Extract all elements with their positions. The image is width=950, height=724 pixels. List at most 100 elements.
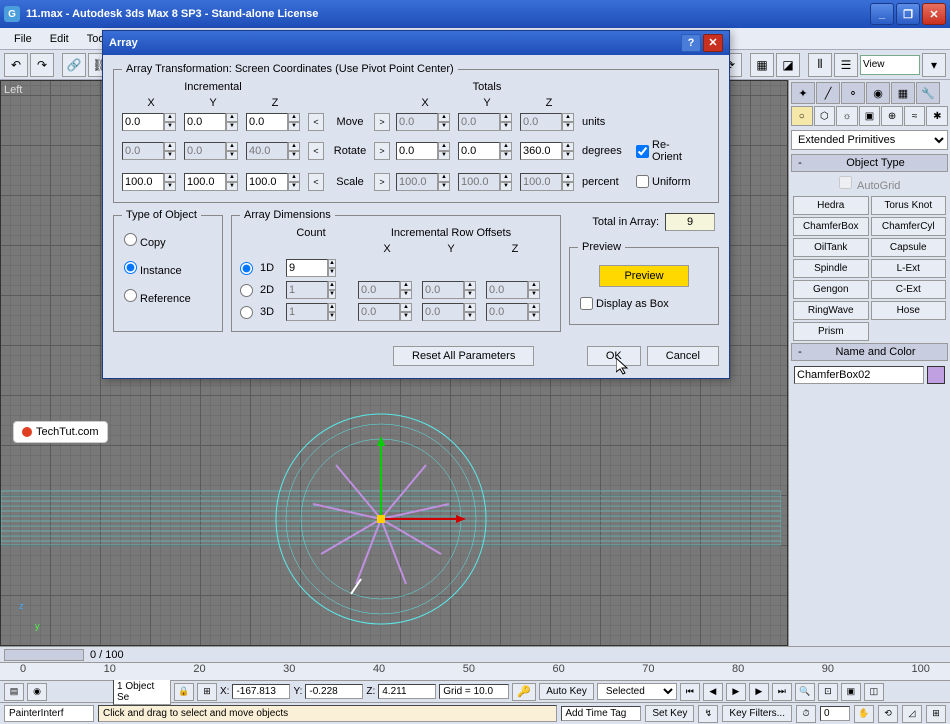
radio-reference[interactable]: Reference — [122, 283, 214, 311]
coord-y[interactable] — [305, 684, 363, 699]
tab-display-icon[interactable]: ▦ — [891, 82, 915, 104]
goto-end-icon[interactable]: ⏭ — [772, 683, 792, 701]
play-icon[interactable]: ▶ — [726, 683, 746, 701]
pan-icon[interactable]: ✋ — [854, 705, 874, 723]
tab-create-icon[interactable]: ✦ — [791, 82, 815, 104]
current-frame[interactable] — [820, 706, 850, 721]
move-right-arrow[interactable]: > — [374, 113, 390, 131]
radio-copy[interactable]: Copy — [122, 227, 214, 255]
radio-2d[interactable]: 2D — [240, 284, 280, 297]
btn-gengon[interactable]: Gengon — [793, 280, 869, 299]
sub-shapes-icon[interactable]: ⬡ — [814, 106, 836, 126]
uniform-check[interactable]: Uniform — [634, 171, 694, 192]
sub-systems-icon[interactable]: ✱ — [926, 106, 948, 126]
setkey-button[interactable]: Set Key — [645, 705, 694, 722]
ok-button[interactable]: OK — [587, 346, 641, 366]
key-icon[interactable]: ↯ — [698, 705, 718, 723]
time-config-icon[interactable]: ⏱ — [796, 705, 816, 723]
lock-icon[interactable]: ◉ — [27, 683, 47, 701]
menu-edit[interactable]: Edit — [42, 31, 77, 47]
scl-right-arrow[interactable]: > — [374, 173, 390, 191]
rot-tz[interactable]: ▲▼ — [520, 142, 578, 160]
count-1d[interactable]: ▲▼ — [286, 259, 336, 277]
rot-ty[interactable]: ▲▼ — [458, 142, 516, 160]
btn-ringwave[interactable]: RingWave — [793, 301, 869, 320]
btn-spindle[interactable]: Spindle — [793, 259, 869, 278]
key-target-combo[interactable]: Selected — [597, 683, 677, 700]
btn-chamfercyl[interactable]: ChamferCyl — [871, 217, 947, 236]
link-icon[interactable]: 🔗 — [62, 53, 86, 77]
rot-right-arrow[interactable]: > — [374, 142, 390, 160]
btn-capsule[interactable]: Capsule — [871, 238, 947, 257]
menu-file[interactable]: File — [6, 31, 40, 47]
key-mode-icon[interactable]: 🔑 — [512, 683, 536, 701]
redo-icon[interactable]: ↷ — [30, 53, 54, 77]
btn-torusknot[interactable]: Torus Knot — [871, 196, 947, 215]
maxscript-input[interactable] — [4, 705, 94, 722]
radio-3d[interactable]: 3D — [240, 306, 280, 319]
coord-z[interactable] — [378, 684, 436, 699]
named-sel-icon[interactable]: ▦ — [750, 53, 774, 77]
sub-lights-icon[interactable]: ☼ — [836, 106, 858, 126]
rollout-name-color[interactable]: -Name and Color — [791, 343, 948, 361]
zoom-icon[interactable]: 🔍 — [795, 683, 815, 701]
sub-cameras-icon[interactable]: ▣ — [859, 106, 881, 126]
min-max-toggle-icon[interactable]: ⊞ — [926, 705, 946, 723]
track-bar[interactable]: 01020 304050 607080 90100 — [0, 662, 950, 680]
tab-utilities-icon[interactable]: 🔧 — [916, 82, 940, 104]
radio-1d[interactable]: 1D — [240, 262, 280, 275]
tab-hierarchy-icon[interactable]: ⚬ — [841, 82, 865, 104]
scl-left-arrow[interactable]: < — [308, 173, 324, 191]
tab-motion-icon[interactable]: ◉ — [866, 82, 890, 104]
goto-start-icon[interactable]: ⏮ — [680, 683, 700, 701]
close-button[interactable]: ✕ — [922, 3, 946, 25]
time-slider[interactable]: 0 / 100 — [0, 646, 950, 662]
lock-selection-icon[interactable]: 🔒 — [174, 683, 194, 701]
radio-instance[interactable]: Instance — [122, 255, 214, 283]
align-icon[interactable]: ⫴ — [808, 53, 832, 77]
btn-lext[interactable]: L-Ext — [871, 259, 947, 278]
rollout-object-type[interactable]: -Object Type — [791, 154, 948, 172]
btn-oiltank[interactable]: OilTank — [793, 238, 869, 257]
zoom-all-icon[interactable]: ⊡ — [818, 683, 838, 701]
fov-icon[interactable]: ◿ — [902, 705, 922, 723]
autokey-button[interactable]: Auto Key — [539, 683, 594, 700]
color-swatch[interactable] — [927, 366, 945, 384]
mirror-icon[interactable]: ◪ — [776, 53, 800, 77]
ref-coord-combo[interactable] — [860, 55, 920, 75]
btn-hedra[interactable]: Hedra — [793, 196, 869, 215]
btn-cext[interactable]: C-Ext — [871, 280, 947, 299]
btn-hose[interactable]: Hose — [871, 301, 947, 320]
sub-geometry-icon[interactable]: ○ — [791, 106, 813, 126]
sub-helpers-icon[interactable]: ⊕ — [881, 106, 903, 126]
reorient-check[interactable]: Re-Orient — [634, 135, 694, 167]
dialog-titlebar[interactable]: Array ? ✕ — [103, 31, 729, 55]
sub-spacewarps-icon[interactable]: ≈ — [904, 106, 926, 126]
reset-button[interactable]: Reset All Parameters — [393, 346, 534, 366]
scl-iy[interactable]: ▲▼ — [184, 173, 242, 191]
maximize-button[interactable]: ❐ — [896, 3, 920, 25]
dropdown-icon[interactable]: ▾ — [922, 53, 946, 77]
btn-prism[interactable]: Prism — [793, 322, 869, 341]
undo-icon[interactable]: ↶ — [4, 53, 28, 77]
scl-iz[interactable]: ▲▼ — [246, 173, 304, 191]
move-iz[interactable]: ▲▼ — [246, 113, 304, 131]
move-ix[interactable]: ▲▼ — [122, 113, 180, 131]
layers-icon[interactable]: ☰ — [834, 53, 858, 77]
autogrid-checkbox[interactable]: AutoGrid — [791, 174, 948, 194]
time-tag[interactable]: Add Time Tag — [561, 706, 641, 721]
move-iy[interactable]: ▲▼ — [184, 113, 242, 131]
dialog-close-button[interactable]: ✕ — [703, 34, 723, 52]
rot-left-arrow[interactable]: < — [308, 142, 324, 160]
zoom-extents-icon[interactable]: ▣ — [841, 683, 861, 701]
cancel-button[interactable]: Cancel — [647, 346, 719, 366]
btn-chamferbox[interactable]: ChamferBox — [793, 217, 869, 236]
next-frame-icon[interactable]: ▶ — [749, 683, 769, 701]
prev-frame-icon[interactable]: ◀ — [703, 683, 723, 701]
keyfilters-button[interactable]: Key Filters... — [722, 705, 792, 722]
preview-button[interactable]: Preview — [599, 265, 688, 287]
rot-tx[interactable]: ▲▼ — [396, 142, 454, 160]
zoom-extents-all-icon[interactable]: ◫ — [864, 683, 884, 701]
object-name-input[interactable] — [794, 366, 924, 384]
scl-ix[interactable]: ▲▼ — [122, 173, 180, 191]
